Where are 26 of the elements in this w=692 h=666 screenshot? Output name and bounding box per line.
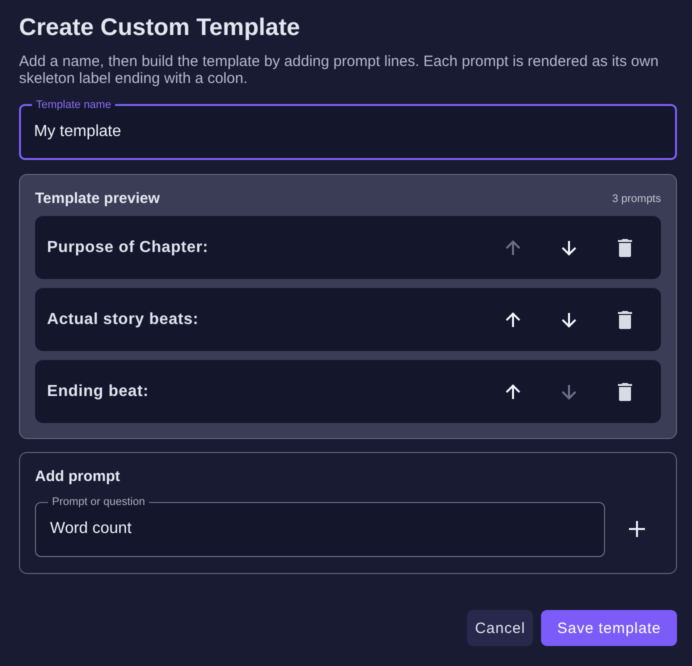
prompt-count: 3 prompts [612,192,661,204]
save-button[interactable]: Save template [541,610,677,646]
add-prompt-title: Add prompt [35,467,121,487]
arrow-down-icon [561,312,577,328]
prompt-label: Purpose of Chapter: [47,238,208,256]
arrow-down-icon [561,384,577,400]
arrow-up-icon [505,240,521,256]
trash-icon [618,238,632,256]
dialog-title: Create Custom Template [19,13,301,43]
prompt-input[interactable]: Word count [50,508,590,556]
trash-icon [618,310,632,328]
prompt-label: Ending beat: [47,382,149,400]
arrow-up-icon [505,384,521,400]
arrow-down-icon [561,240,577,256]
prompt-label: Actual story beats: [47,310,199,328]
template-name-input[interactable]: My template [34,111,662,158]
field-label: Template name [35,99,112,111]
template-name-field[interactable]: Template name My template [19,99,677,160]
arrow-up-icon [505,312,521,328]
preview-title: Template preview [35,190,160,207]
plus-icon [629,520,645,536]
prompt-field[interactable]: Prompt or question Word count [35,496,605,557]
field-label: Prompt or question [51,496,146,508]
trash-icon [618,382,632,400]
dialog-description: Add a name, then build the template by adding prompt lines. Each prompt is rendered as its own skeleton label ending with a colon. [19,53,660,87]
cancel-button[interactable]: Cancel [467,610,534,646]
